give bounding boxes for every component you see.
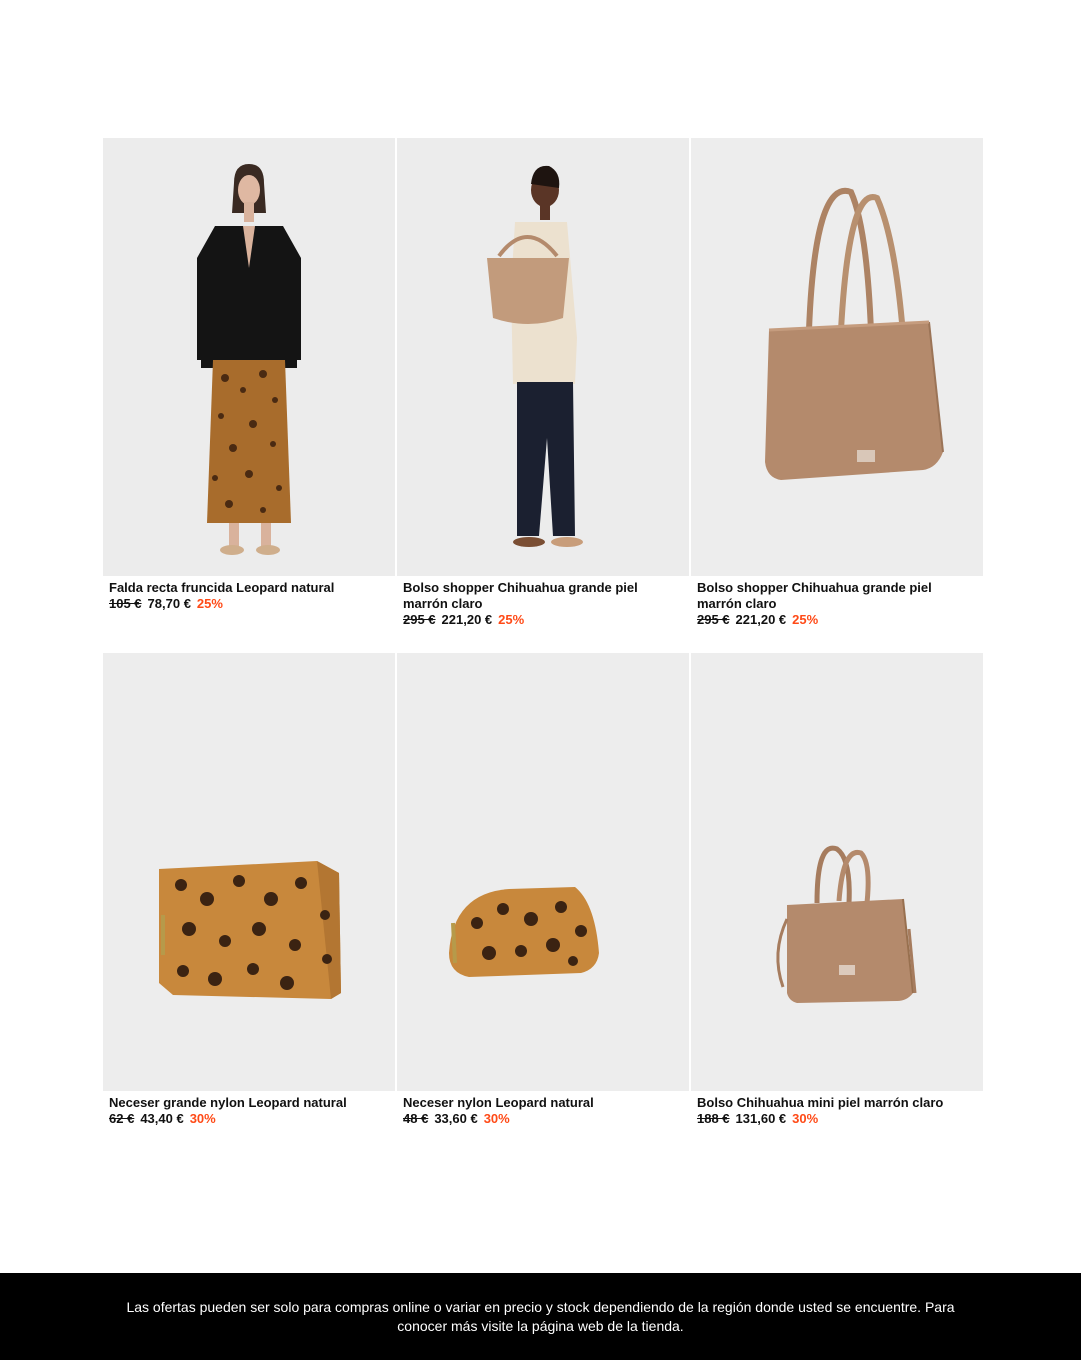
product-title[interactable]: Neceser nylon Leopard natural [403,1095,683,1111]
original-price: 48 € [403,1111,429,1126]
disclaimer-text: Las ofertas pueden ser solo para compras… [126,1298,955,1334]
sale-price: 221,20 € [735,612,787,627]
leopard-toiletry-bag-image[interactable] [397,653,689,1091]
product-card[interactable]: Falda recta fruncida Leopard natural 105… [103,138,395,653]
product-prices: 295 € 221,20 € 25% [403,612,683,628]
product-card[interactable]: Bolso shopper Chihuahua grande piel marr… [397,138,689,653]
product-prices: 188 € 131,60 € 30% [697,1111,977,1127]
sale-price: 33,60 € [434,1111,478,1126]
product-title[interactable]: Bolso shopper Chihuahua grande piel marr… [403,580,683,612]
sale-price: 78,70 € [147,596,191,611]
product-card[interactable]: Bolso Chihuahua mini piel marrón claro 1… [691,653,983,1168]
product-card[interactable]: Neceser grande nylon Leopard natural 62 … [103,653,395,1168]
discount-badge: 30% [792,1111,819,1126]
original-price: 62 € [109,1111,135,1126]
sale-price: 221,20 € [441,612,493,627]
product-prices: 295 € 221,20 € 25% [697,612,977,628]
discount-badge: 30% [483,1111,510,1126]
discount-badge: 30% [189,1111,216,1126]
product-card[interactable]: Bolso shopper Chihuahua grande piel marr… [691,138,983,653]
product-card[interactable]: Neceser nylon Leopard natural 48 € 33,60 … [397,653,689,1168]
discount-badge: 25% [196,596,223,611]
product-prices: 105 € 78,70 € 25% [109,596,389,612]
discount-badge: 25% [792,612,819,627]
model-blazer-leopard-skirt-image[interactable] [103,138,395,576]
product-title[interactable]: Falda recta fruncida Leopard natural [109,580,389,596]
product-grid: Falda recta fruncida Leopard natural 105… [103,138,983,1168]
original-price: 188 € [697,1111,730,1126]
original-price: 295 € [403,612,436,627]
product-title[interactable]: Bolso shopper Chihuahua grande piel marr… [697,580,977,612]
product-prices: 48 € 33,60 € 30% [403,1111,683,1127]
original-price: 295 € [697,612,730,627]
shopper-bag-image[interactable] [691,138,983,576]
footer-disclaimer: Las ofertas pueden ser solo para compras… [0,1273,1081,1360]
product-prices: 62 € 43,40 € 30% [109,1111,389,1127]
model-with-shopper-bag-image[interactable] [397,138,689,576]
sale-price: 131,60 € [735,1111,787,1126]
original-price: 105 € [109,596,142,611]
product-title[interactable]: Bolso Chihuahua mini piel marrón claro [697,1095,977,1111]
discount-badge: 25% [498,612,525,627]
sale-price: 43,40 € [140,1111,184,1126]
leopard-toiletry-bag-large-image[interactable] [103,653,395,1091]
mini-bag-image[interactable] [691,653,983,1091]
product-title[interactable]: Neceser grande nylon Leopard natural [109,1095,389,1111]
